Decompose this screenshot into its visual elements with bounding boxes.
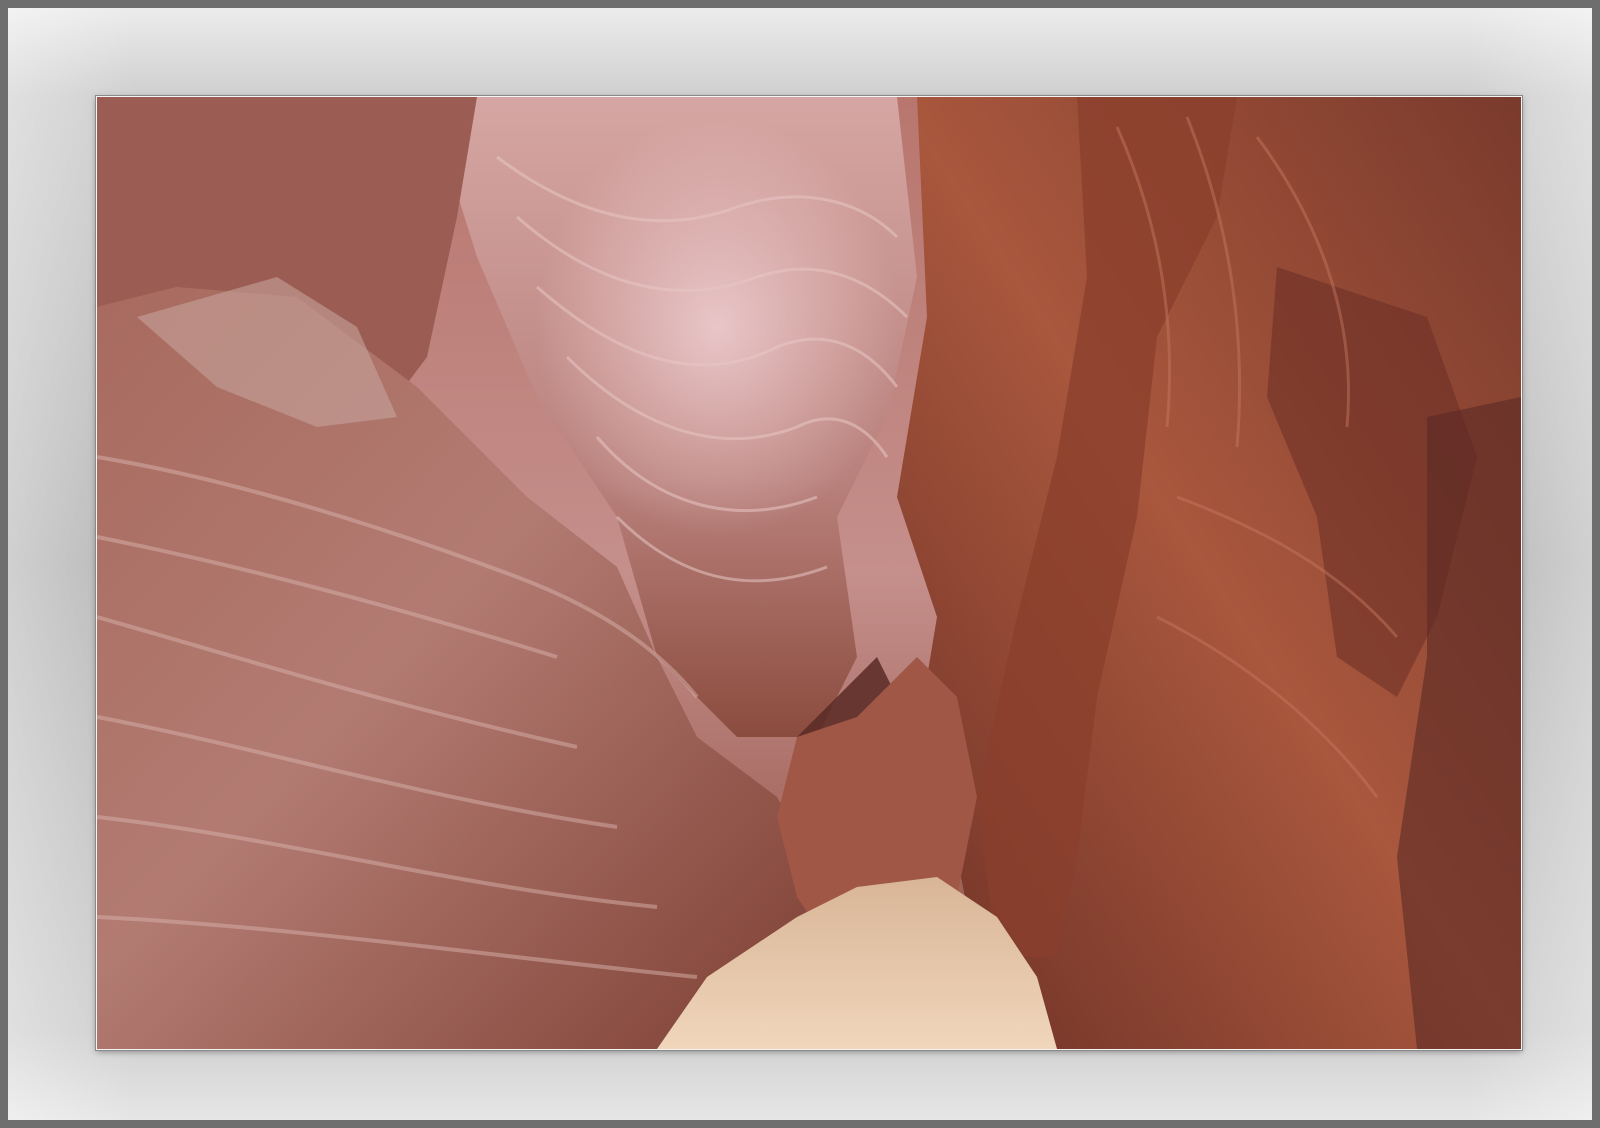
picture-frame	[0, 0, 1600, 1128]
canyon-photo	[96, 96, 1522, 1050]
canyon-illustration	[97, 97, 1521, 1049]
